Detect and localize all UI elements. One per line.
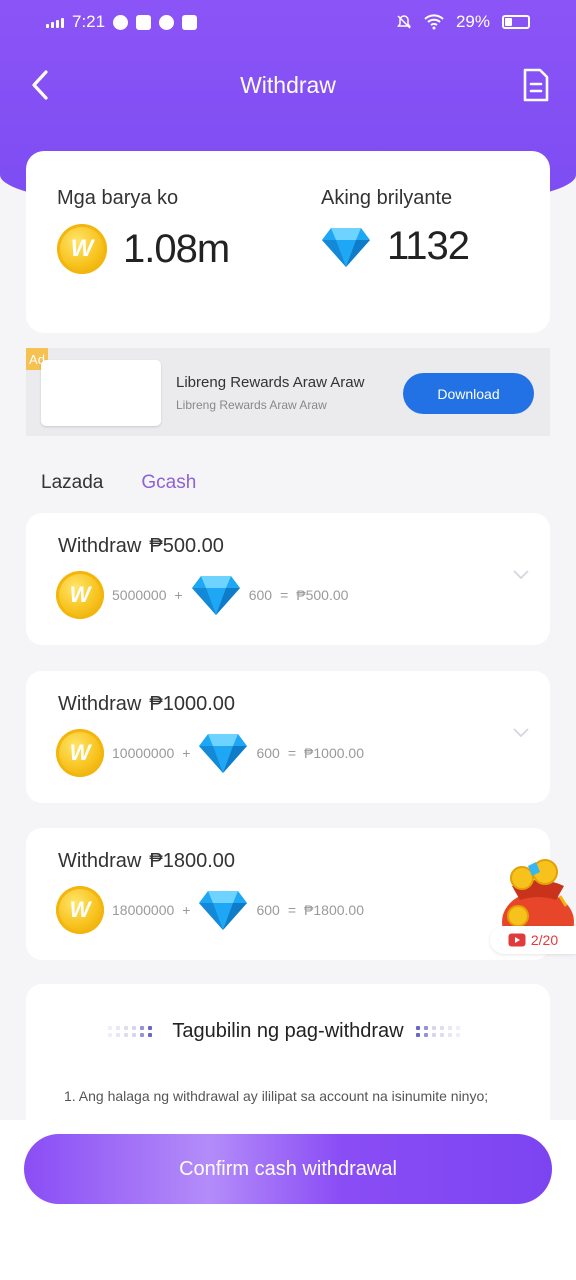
diamond-icon (199, 891, 248, 930)
ad-thumbnail[interactable] (41, 360, 161, 426)
coin-icon: W (57, 224, 107, 274)
ad-banner[interactable]: Ad Libreng Rewards Araw Araw Libreng Rew… (26, 348, 550, 436)
diamond-icon (191, 576, 240, 615)
diamond-icon (322, 227, 370, 267)
status-bar: 7:21 29% (0, 0, 576, 46)
withdraw-option-card[interactable]: Withdraw ₱1800.00 W 18000000 + 600 = ₱1800.0… (26, 828, 550, 960)
diamonds-value: 1132 (387, 224, 470, 268)
ad-title: Libreng Rewards Araw Araw (176, 374, 365, 391)
document-icon[interactable] (522, 68, 550, 102)
withdraw-option-title: Withdraw ₱500.00 (58, 535, 224, 557)
page-title: Withdraw (240, 72, 336, 98)
withdraw-instructions: Tagubilin ng pag-withdraw 1. Ang halaga … (26, 984, 550, 1124)
mail-icon (182, 14, 198, 30)
instruction-line: 1. Ang halaga ng withdrawal ay ililipat … (64, 1088, 489, 1104)
ad-download-button[interactable]: Download (403, 373, 534, 414)
withdraw-requirement: W 10000000 + 600 = ₱1000.00 (56, 729, 364, 777)
withdraw-option-card[interactable]: Withdraw ₱500.00 W 5000000 + 600 = ₱500.00 (26, 513, 550, 645)
diamonds-label: Aking brilyante (321, 187, 453, 209)
chevron-down-icon[interactable] (512, 565, 530, 583)
ad-subtitle: Libreng Rewards Araw Araw (176, 398, 327, 412)
snapchat-icon (113, 14, 129, 30)
balance-card: Mga barya ko W 1.08m Aking brilyante 113… (26, 151, 550, 333)
app-notification-icon (136, 14, 152, 30)
tab-lazada[interactable]: Lazada (41, 472, 103, 494)
wifi-icon (424, 14, 444, 30)
withdraw-requirement: W 18000000 + 600 = ₱1800.00 (56, 886, 364, 934)
chevron-down-icon[interactable] (512, 723, 530, 741)
video-play-icon (508, 933, 526, 947)
status-time: 7:21 (72, 12, 106, 31)
top-nav: Withdraw (0, 60, 576, 110)
coins-label: Mga barya ko (57, 187, 179, 209)
bottom-bar: Confirm cash withdrawal (0, 1120, 576, 1280)
coin-icon: W (56, 886, 104, 934)
withdraw-requirement: W 5000000 + 600 = ₱500.00 (56, 571, 348, 619)
gift-video-counter[interactable]: 2/20 (490, 926, 576, 954)
confirm-withdrawal-button[interactable]: Confirm cash withdrawal (24, 1134, 552, 1204)
signal-icon (46, 16, 64, 28)
instructions-title: Tagubilin ng pag-withdraw (172, 1020, 404, 1042)
tab-gcash[interactable]: Gcash (141, 472, 196, 494)
mute-icon (396, 15, 411, 29)
withdraw-option-title: Withdraw ₱1800.00 (58, 850, 235, 872)
decorative-dots (416, 1026, 460, 1037)
coin-icon: W (56, 729, 104, 777)
payment-tabs: Lazada Gcash (41, 472, 196, 494)
battery-percent: 29% (455, 12, 490, 31)
withdraw-option-title: Withdraw ₱1000.00 (58, 693, 235, 715)
message-icon (159, 14, 175, 30)
diamonds-balance: Aking brilyante 1132 (321, 187, 470, 269)
diamond-icon (199, 734, 248, 773)
withdraw-option-card[interactable]: Withdraw ₱1000.00 W 10000000 + 600 = ₱1000.0… (26, 671, 550, 803)
coins-value: 1.08m (123, 226, 230, 271)
coin-icon: W (56, 571, 104, 619)
battery-icon (502, 15, 530, 29)
coins-balance: Mga barya ko W 1.08m (57, 187, 230, 274)
